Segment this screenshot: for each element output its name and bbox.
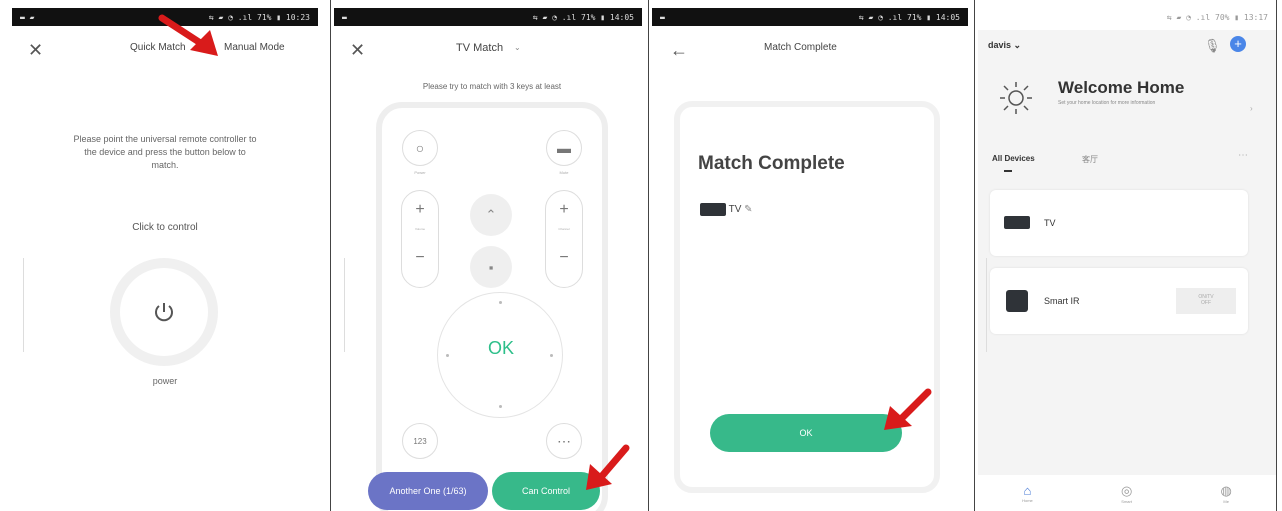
close-icon[interactable]: ✕ xyxy=(350,40,365,61)
nav-smart-label: Smart xyxy=(1121,498,1132,504)
tv-icon xyxy=(1004,216,1030,229)
status-left: ▬ xyxy=(660,12,665,22)
ok-button[interactable]: OK xyxy=(710,414,902,452)
page-title: TV Match xyxy=(456,42,504,54)
power-button[interactable] xyxy=(110,258,218,366)
tab-room[interactable]: 客厅 xyxy=(1082,154,1098,165)
nav-me[interactable]: ◍ Me xyxy=(1221,483,1232,504)
nav-home-label: Home xyxy=(1022,498,1033,503)
panel-tv-match: ▬ ⇆ ▰ ◔ .ıl 71% ▮ 14:05 ✕ TV Match ⌄ Ple… xyxy=(334,0,642,511)
device-name: TV xyxy=(728,204,742,216)
divider xyxy=(1276,0,1277,511)
mute-key-label: Mute xyxy=(559,170,569,175)
microphone-icon[interactable]: 🎙 xyxy=(1204,38,1221,54)
bottom-nav: ⌂ Home ◎ Smart ◍ Me xyxy=(978,475,1276,511)
power-key-label: Power xyxy=(414,170,426,175)
nav-me-label: Me xyxy=(1223,498,1229,504)
device-name: Smart IR xyxy=(1044,296,1080,306)
power-icon xyxy=(155,303,173,322)
red-arrow-icon xyxy=(158,14,218,56)
device-name: TV xyxy=(1044,218,1056,228)
red-arrow-icon xyxy=(884,388,932,430)
click-to-control-label: Click to control xyxy=(132,222,198,233)
divider xyxy=(648,0,649,511)
volume-rocker[interactable]: + Volume − xyxy=(401,190,439,288)
smart-icon: ◎ xyxy=(1120,482,1133,498)
home-icon: ⌂ xyxy=(1023,483,1032,498)
dpad-right[interactable] xyxy=(550,354,553,357)
up-key[interactable]: ⌃ xyxy=(470,194,512,236)
add-icon[interactable]: + xyxy=(1230,36,1246,52)
divider xyxy=(974,0,975,511)
status-left: ▬ ▰ xyxy=(20,12,35,22)
panel-quick-match: ▬ ▰ ⇆ ▰ ◔ .ıl 71% ▮ 10:23 ✕ Quick Match … xyxy=(12,0,318,511)
plus-icon[interactable]: + xyxy=(546,201,582,219)
chevron-right-icon[interactable]: › xyxy=(1250,104,1253,113)
edge-line xyxy=(344,258,345,352)
status-right: ⇆ ▰ ◔ .ıl 71% ▮ 14:05 xyxy=(858,12,960,22)
me-icon: ◍ xyxy=(1220,482,1232,498)
instruction-text: Please point the universal remote contro… xyxy=(73,134,257,170)
status-left: ▬ xyxy=(342,12,347,22)
status-right: ⇆ ▰ ◔ .ıl 71% ▮ 14:05 xyxy=(532,12,634,22)
edit-pencil-icon[interactable]: ✎ xyxy=(744,204,752,215)
panel-home: ⇆ ▰ ◔ .ıl 70% ▮ 13:17 davis ⌄ 🎙 + Welcom… xyxy=(978,0,1276,511)
tab-all-devices[interactable]: All Devices xyxy=(992,154,1035,163)
chevron-down-icon: ⌄ xyxy=(1013,40,1022,50)
ok-key[interactable]: OK xyxy=(476,338,526,359)
more-icon[interactable]: ⋯ xyxy=(1238,150,1248,161)
power-label: power xyxy=(152,376,178,386)
device-card-smart-ir[interactable]: Smart IR ON/TV OFF xyxy=(990,268,1248,334)
back-arrow-icon[interactable]: ← xyxy=(670,40,688,61)
more-key[interactable]: ⋯ xyxy=(546,423,582,459)
chevron-down-icon[interactable]: ⌄ xyxy=(514,43,521,52)
smart-ir-icon xyxy=(1006,290,1028,312)
nav-home[interactable]: ⌂ Home xyxy=(1022,483,1033,503)
page-title: Match Complete xyxy=(764,42,837,53)
close-icon[interactable]: ✕ xyxy=(28,40,43,61)
home-name: davis xyxy=(988,40,1012,50)
edge-line xyxy=(986,258,987,352)
device-status-badge[interactable]: ON/TV OFF xyxy=(1176,288,1236,314)
mute-key[interactable]: ▬ xyxy=(546,130,582,166)
home-selector[interactable]: davis ⌄ xyxy=(988,40,1021,51)
another-one-button[interactable]: Another One (1/63) xyxy=(368,472,488,510)
status-bar: ▬ ⇆ ▰ ◔ .ıl 71% ▮ 14:05 xyxy=(334,8,642,26)
device-card-tv[interactable]: TV xyxy=(990,190,1248,256)
dpad[interactable]: OK xyxy=(437,292,563,418)
red-arrow-icon xyxy=(586,444,630,490)
edge-line xyxy=(23,258,24,352)
tab-manual-mode[interactable]: Manual Mode xyxy=(224,42,285,53)
dpad-up[interactable] xyxy=(499,301,502,304)
home-key[interactable]: ▪ xyxy=(470,246,512,288)
number-key[interactable]: 123 xyxy=(402,423,438,459)
tv-icon xyxy=(700,203,726,216)
status-right: ⇆ ▰ ◔ .ıl 70% ▮ 13:17 xyxy=(1166,12,1268,22)
welcome-title: Welcome Home xyxy=(1058,78,1185,97)
plus-icon[interactable]: + xyxy=(402,201,438,219)
device-row: TV ✎ xyxy=(700,203,753,216)
status-bar: ⇆ ▰ ◔ .ıl 70% ▮ 13:17 xyxy=(978,8,1276,26)
dpad-down[interactable] xyxy=(499,405,502,408)
volume-label: Volume xyxy=(414,227,425,231)
tab-indicator xyxy=(1004,170,1012,172)
status-bar: ▬ ⇆ ▰ ◔ .ıl 71% ▮ 14:05 xyxy=(652,8,968,26)
screenshot-strip: ▬ ▰ ⇆ ▰ ◔ .ıl 71% ▮ 10:23 ✕ Quick Match … xyxy=(0,0,1282,511)
channel-label: Channel xyxy=(558,227,570,231)
power-key[interactable]: ○ xyxy=(402,130,438,166)
minus-icon[interactable]: − xyxy=(402,249,438,267)
instruction-text: Please try to match with 3 keys at least xyxy=(422,82,562,91)
divider xyxy=(330,0,331,511)
dpad-left[interactable] xyxy=(446,354,449,357)
nav-smart[interactable]: ◎ Smart xyxy=(1121,483,1132,504)
welcome-subtitle[interactable]: Set your home location for more informat… xyxy=(1058,100,1208,107)
match-complete-heading: Match Complete xyxy=(698,153,845,174)
panel-match-complete: ▬ ⇆ ▰ ◔ .ıl 71% ▮ 14:05 ← Match Complete… xyxy=(652,0,968,511)
minus-icon[interactable]: − xyxy=(546,249,582,267)
channel-rocker[interactable]: + Channel − xyxy=(545,190,583,288)
sun-icon xyxy=(1000,82,1032,114)
